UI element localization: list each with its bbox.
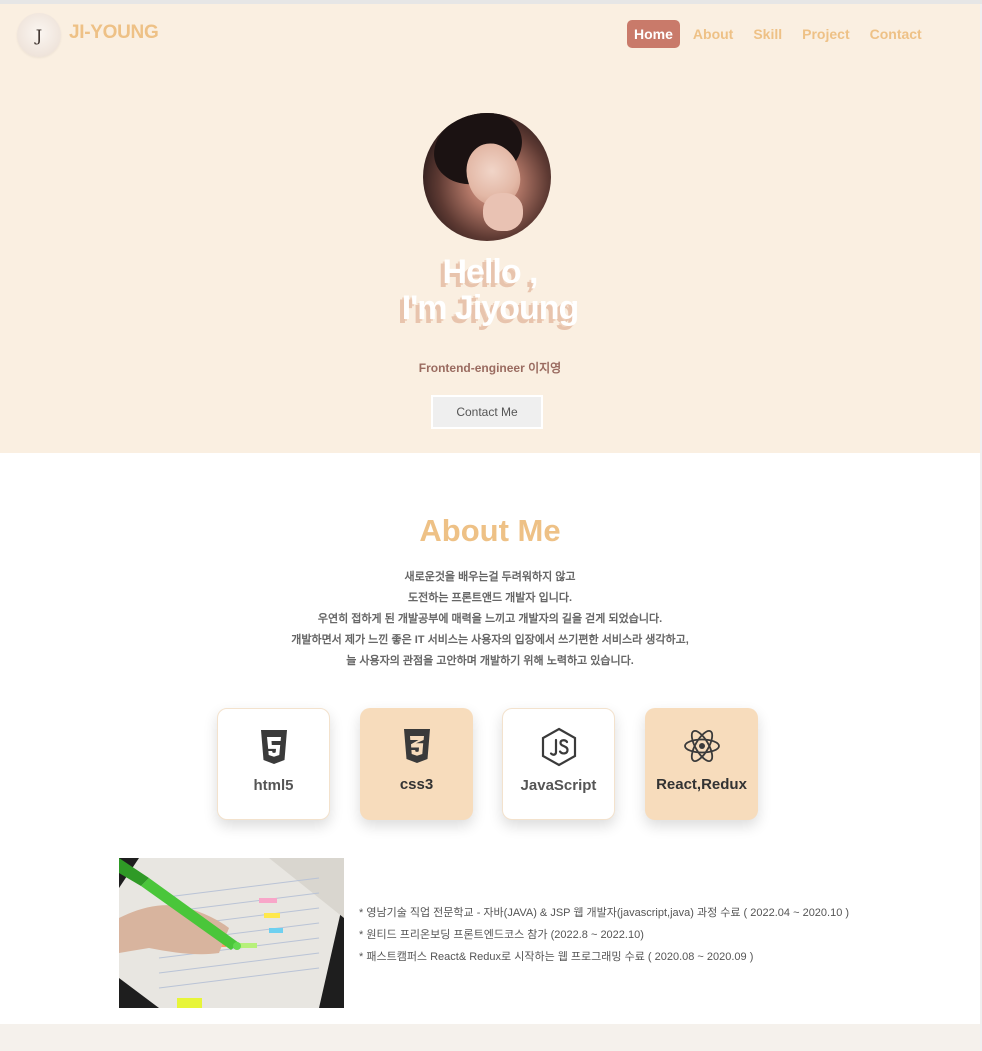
skill-label: html5 [253, 777, 294, 794]
about-line: 새로운것을 배우는걸 두려워하지 않고 [404, 571, 576, 583]
study-photo-illustration [119, 858, 344, 1008]
hero-section: J JI-YOUNG Home About Skill Project Cont… [0, 4, 980, 453]
nav-skill[interactable]: Skill [745, 20, 790, 48]
greeting-line-1: Hello , [442, 253, 538, 291]
about-title: About Me [419, 513, 561, 548]
skill-label: css3 [399, 776, 434, 793]
javascript-icon [541, 727, 576, 767]
education-item: * 원티드 프리온보딩 프론트엔드코스 참가 (2022.8 ~ 2022.10… [359, 929, 644, 941]
skill-card-javascript[interactable]: JavaScript [502, 708, 615, 820]
about-line: 도전하는 프론트앤드 개발자 입니다. [407, 592, 573, 604]
react-icon [683, 730, 720, 762]
profile-photo [423, 113, 551, 241]
skill-card-css3[interactable]: css3 [360, 708, 473, 820]
about-line: 늘 사용자의 관점을 고안하며 개발하기 위해 노력하고 있습니다. [346, 655, 634, 667]
hero-subtitle: Frontend-engineer 이지영 [418, 361, 562, 375]
next-section-band [0, 1024, 980, 1051]
hero-greeting: Hello , I'm Jiyoung [0, 254, 980, 326]
skill-label: React,Redux [656, 776, 747, 793]
about-description: 새로운것을 배우는걸 두려워하지 않고 도전하는 프론트앤드 개발자 입니다. … [0, 567, 980, 672]
education-item: * 영남기술 직업 전문학교 - 자바(JAVA) & JSP 웹 개발자(ja… [359, 907, 850, 919]
navbar: J JI-YOUNG Home About Skill Project Cont… [0, 4, 980, 64]
nav-project[interactable]: Project [794, 20, 857, 48]
photo-hand [483, 193, 523, 231]
nav-about[interactable]: About [685, 20, 741, 48]
css3-icon [403, 729, 430, 763]
nav-home[interactable]: Home [627, 20, 680, 48]
main-nav: Home About Skill Project Contact [627, 20, 934, 48]
skill-card-react[interactable]: React,Redux [645, 708, 758, 820]
html5-icon [260, 730, 287, 764]
contact-me-button[interactable]: Contact Me [431, 395, 543, 429]
about-line: 개발하면서 제가 느낀 좋은 IT 서비스는 사용자의 입장에서 쓰기편한 서비… [291, 634, 689, 646]
greeting-line-2: I'm Jiyoung [401, 289, 580, 327]
skill-card-html5[interactable]: html5 [217, 708, 330, 820]
about-line: 우연히 접하게 된 개발공부에 매력을 느끼고 개발자의 길을 걷게 되었습니다… [317, 613, 663, 625]
skill-label: JavaScript [520, 777, 597, 794]
nav-contact[interactable]: Contact [862, 20, 930, 48]
logo-badge[interactable]: J [17, 13, 61, 57]
logo-letter: J [35, 25, 43, 45]
brand-name[interactable]: JI-YOUNG [69, 22, 159, 44]
education-item: * 패스트캠퍼스 React& Redux로 시작하는 웹 프로그래밍 수료 (… [359, 951, 754, 963]
study-photo [119, 858, 344, 1008]
education-list: * 영남기술 직업 전문학교 - 자바(JAVA) & JSP 웹 개발자(ja… [359, 902, 849, 968]
